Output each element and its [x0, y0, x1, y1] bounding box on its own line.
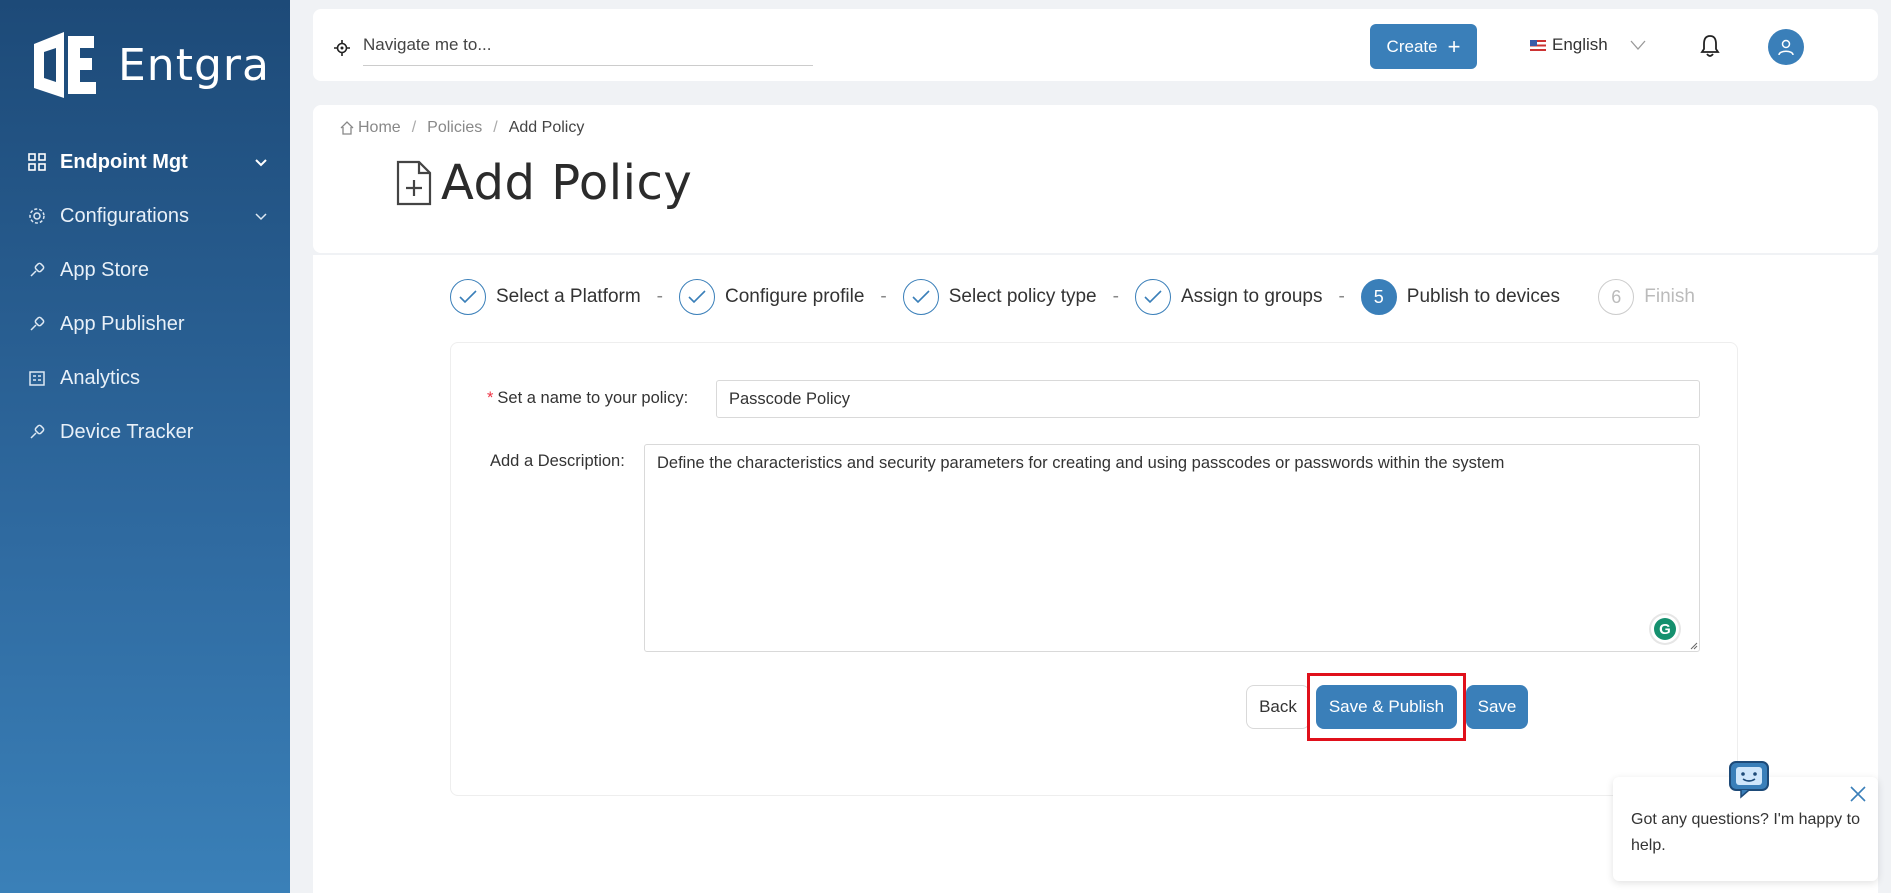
page-title: Add Policy — [395, 155, 692, 211]
check-icon — [450, 279, 486, 315]
policy-name-input[interactable] — [716, 380, 1700, 418]
sidebar: Entgra Endpoint Mgt Configurations App S… — [0, 0, 290, 893]
crosshair-icon — [334, 39, 350, 56]
page-header: Home / Policies / Add Policy Add Policy — [313, 105, 1878, 253]
entgra-logo-icon — [34, 32, 96, 98]
description-textarea[interactable]: Define the characteristics and security … — [644, 444, 1700, 652]
stepper: Select a Platform - Configure profile - … — [450, 279, 1695, 315]
us-flag-icon — [1530, 39, 1546, 51]
description-label: Add a Description: — [490, 452, 625, 470]
avatar[interactable] — [1768, 29, 1804, 65]
grid-icon — [28, 153, 46, 171]
step-separator: - — [1338, 286, 1345, 307]
file-add-icon — [396, 160, 432, 206]
step-number: 5 — [1360, 279, 1397, 315]
bell-icon[interactable] — [1699, 34, 1721, 58]
language-selector[interactable]: English — [1530, 35, 1646, 55]
create-button-label: Create — [1386, 36, 1438, 56]
step-select-policy-type[interactable]: Select policy type — [902, 279, 1097, 315]
breadcrumb: Home / Policies / Add Policy — [339, 119, 584, 137]
chevron-down-icon — [255, 159, 267, 167]
navigate-input[interactable] — [363, 29, 813, 66]
resize-handle-icon[interactable] — [1688, 640, 1698, 650]
sidebar-item-label: Device Tracker — [60, 420, 194, 443]
sidebar-item-app-store[interactable]: App Store — [0, 243, 290, 297]
chatbot-icon[interactable] — [1727, 759, 1771, 799]
page-title-text: Add Policy — [441, 155, 693, 211]
step-label: Publish to devices — [1406, 286, 1560, 307]
breadcrumb-current: Add Policy — [508, 119, 585, 136]
step-number: 6 — [1598, 279, 1635, 315]
sidebar-item-label: App Publisher — [60, 312, 185, 335]
breadcrumb-policies[interactable]: Policies — [427, 119, 482, 137]
chevron-down-icon — [1630, 40, 1646, 50]
gear-icon — [29, 208, 45, 224]
step-configure-profile[interactable]: Configure profile — [679, 279, 864, 315]
logo-text: Entgra — [118, 39, 270, 91]
link-icon — [30, 262, 45, 277]
step-select-platform[interactable]: Select a Platform — [450, 279, 641, 315]
save-button[interactable]: Save — [1466, 685, 1528, 729]
sidebar-nav: Endpoint Mgt Configurations App Store Ap… — [0, 135, 290, 459]
step-label: Select a Platform — [496, 286, 641, 307]
description-label-text: Add a Description — [490, 452, 621, 470]
navigate-search — [333, 29, 813, 66]
step-assign-groups[interactable]: Assign to groups — [1134, 279, 1323, 315]
step-label: Select policy type — [948, 286, 1097, 307]
back-button[interactable]: Back — [1246, 685, 1310, 729]
sidebar-item-label: Configurations — [60, 204, 189, 227]
sidebar-item-label: Endpoint Mgt — [60, 150, 188, 173]
step-label: Assign to groups — [1180, 286, 1323, 307]
step-separator: - — [880, 286, 887, 307]
step-label: Configure profile — [725, 286, 865, 307]
user-icon — [1778, 39, 1794, 56]
create-button[interactable]: Create + — [1370, 24, 1477, 69]
grammarly-icon[interactable]: G — [1651, 615, 1679, 643]
logo[interactable]: Entgra — [30, 30, 270, 100]
check-icon — [1134, 279, 1171, 315]
save-publish-button[interactable]: Save & Publish — [1316, 685, 1457, 729]
check-icon — [679, 279, 715, 315]
link-icon — [30, 424, 45, 439]
breadcrumb-separator: / — [493, 119, 498, 136]
sidebar-item-device-tracker[interactable]: Device Tracker — [0, 405, 290, 459]
sidebar-item-label: App Store — [60, 258, 149, 281]
policy-name-label: * Set a name to your policy: — [487, 389, 689, 407]
sidebar-item-endpoint-mgt[interactable]: Endpoint Mgt — [0, 135, 290, 189]
chat-message: Got any questions? I'm happy to help. — [1631, 811, 1860, 854]
close-icon[interactable] — [1849, 785, 1867, 803]
chevron-down-icon — [255, 213, 267, 221]
topbar: Create + English — [313, 9, 1878, 81]
step-label: Finish — [1644, 286, 1695, 307]
link-icon — [30, 316, 45, 331]
step-separator: - — [656, 286, 663, 307]
sidebar-item-label: Analytics — [60, 366, 141, 389]
step-finish: 6 Finish — [1598, 279, 1695, 315]
required-asterisk: * — [487, 389, 494, 407]
step-publish-devices[interactable]: 5 Publish to devices — [1360, 279, 1560, 315]
step-separator: - — [1112, 286, 1119, 307]
policy-name-label-text: Set a name to your policy — [497, 389, 684, 407]
sidebar-item-app-publisher[interactable]: App Publisher — [0, 297, 290, 351]
home-icon — [340, 121, 354, 135]
check-icon — [902, 279, 939, 315]
sidebar-item-configurations[interactable]: Configurations — [0, 189, 290, 243]
plus-icon: + — [1447, 33, 1461, 59]
breadcrumb-separator: / — [411, 119, 417, 136]
language-label: English — [1552, 35, 1608, 54]
breadcrumb-home[interactable]: Home — [358, 119, 401, 137]
sidebar-item-analytics[interactable]: Analytics — [0, 351, 290, 405]
building-icon — [29, 371, 45, 386]
